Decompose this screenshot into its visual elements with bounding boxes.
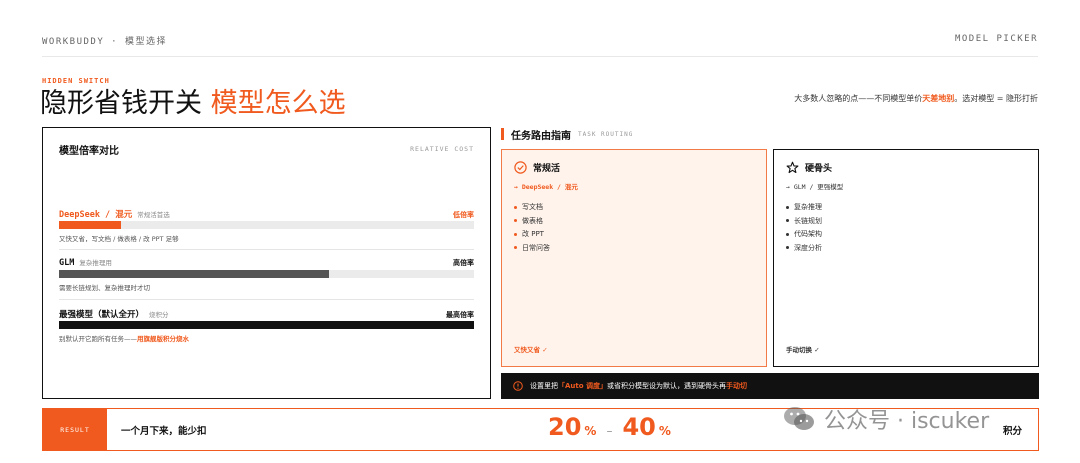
title-main: 隐形省钱开关 bbox=[40, 88, 211, 119]
model-desc: 需要长链规划、复杂推理时才切 bbox=[59, 284, 150, 292]
model-desc: 别默认开它跑所有任务——用旗舰版积分烧水 bbox=[59, 335, 189, 343]
routing-header: 任务路由指南 TASK ROUTING bbox=[501, 128, 634, 142]
savings-high: 40 bbox=[622, 413, 656, 441]
tip-banner: 设置里把 「Auto 调度」 或省积分模型设为默认，遇到硬骨头再 手动切 bbox=[501, 373, 1039, 399]
result-text: 一个月下来，能少扣 bbox=[121, 425, 207, 437]
list-item: 复杂推理 bbox=[786, 201, 1026, 215]
tip-pre: 设置里把 bbox=[530, 382, 558, 390]
cost-bar-fill bbox=[59, 270, 329, 278]
percent-sign: % bbox=[658, 424, 671, 438]
wechat-icon bbox=[782, 404, 816, 434]
rate-label: 高倍率 bbox=[453, 259, 474, 267]
cost-bar-track bbox=[59, 321, 474, 329]
percent-sign: % bbox=[584, 424, 597, 438]
note-bold: 天差地别 bbox=[922, 94, 955, 103]
cost-bar-fill bbox=[59, 221, 122, 229]
model-row-deepseek: DeepSeek / 混元 常规活首选 低倍率 又快又省，写文档 / 做表格 / … bbox=[59, 208, 474, 243]
cost-comparison-card: 模型倍率对比 RELATIVE COST DeepSeek / 混元 常规活首选 … bbox=[42, 127, 491, 399]
model-name: 最强模型（默认全开） 烧积分 bbox=[59, 310, 169, 320]
tip-bold-auto: 「Auto 调度」 bbox=[558, 382, 607, 390]
rate-label: 最高倍率 bbox=[446, 311, 474, 319]
route-target: → GLM / 更强模型 bbox=[786, 183, 844, 191]
row-divider bbox=[59, 299, 474, 300]
star-icon bbox=[786, 161, 799, 174]
list-item: 代码架构 bbox=[786, 228, 1026, 242]
list-item: 日常问答 bbox=[514, 242, 754, 256]
model-row-strongest: 最强模型（默认全开） 烧积分 最高倍率 别默认开它跑所有任务——用旗舰版积分烧水 bbox=[59, 308, 474, 343]
hero-note: 大多数人忽略的点——不同模型单价天差地别。选对模型 = 隐形打折 bbox=[788, 93, 1038, 105]
rate-label: 低倍率 bbox=[453, 211, 474, 219]
note-post: 。选对模型 = 隐形打折 bbox=[954, 94, 1038, 103]
cost-bar-track bbox=[59, 221, 474, 229]
model-name: DeepSeek / 混元 常规活首选 bbox=[59, 210, 170, 220]
note-pre: 大多数人忽略的点——不同模型单价 bbox=[794, 94, 923, 103]
task-list: 复杂推理 长链规划 代码架构 深度分析 bbox=[786, 201, 1026, 255]
list-item: 深度分析 bbox=[786, 242, 1026, 256]
model-tag: 常规活首选 bbox=[137, 211, 170, 219]
model-desc: 又快又省，写文档 / 做表格 / 改 PPT 足够 bbox=[59, 235, 179, 243]
savings-low: 20 bbox=[548, 413, 582, 441]
model-name: GLM 复杂推理用 bbox=[59, 258, 112, 268]
desc-highlight: 用旗舰版积分烧水 bbox=[137, 335, 189, 343]
row-divider bbox=[59, 249, 474, 250]
list-item: 长链规划 bbox=[786, 215, 1026, 229]
tip-mid: 或省积分模型设为默认，遇到硬骨头再 bbox=[607, 382, 726, 390]
route-card-title: 硬骨头 bbox=[786, 161, 1026, 174]
page-title: 隐形省钱开关 模型怎么选 bbox=[40, 86, 346, 122]
section-label: MODEL PICKER bbox=[954, 34, 1038, 44]
route-card-hard: 硬骨头 → GLM / 更强模型 复杂推理 长链规划 代码架构 深度分析 手动切… bbox=[773, 149, 1039, 367]
route-card-normal: 常规活 → DeepSeek / 混元 写文档 做表格 改 PPT 日常问答 又… bbox=[501, 149, 767, 367]
top-bar: WORKBUDDY · 模型选择 MODEL PICKER bbox=[42, 34, 1038, 54]
accent-mark bbox=[501, 128, 504, 140]
model-row-glm: GLM 复杂推理用 高倍率 需要长链规划、复杂推理时才切 bbox=[59, 257, 474, 292]
model-tag: 复杂推理用 bbox=[79, 259, 112, 267]
list-item: 改 PPT bbox=[514, 228, 754, 242]
breadcrumb: WORKBUDDY · 模型选择 bbox=[42, 37, 168, 47]
check-circle-icon bbox=[514, 160, 527, 174]
alert-circle-icon bbox=[513, 381, 523, 391]
savings-range: 20% – 40% bbox=[548, 413, 671, 441]
routing-title: 任务路由指南 bbox=[511, 130, 571, 142]
cost-bar-fill bbox=[59, 321, 474, 329]
tip-bold-manual: 手动切 bbox=[726, 382, 747, 390]
result-unit: 积分 bbox=[1002, 426, 1022, 437]
route-footer: 手动切换 ✓ bbox=[786, 346, 820, 354]
cost-bar-track bbox=[59, 270, 474, 278]
watermark-text: 公众号 · iscuker bbox=[824, 409, 990, 434]
watermark: 公众号 · iscuker bbox=[782, 403, 989, 435]
routing-subtitle: TASK ROUTING bbox=[578, 130, 634, 138]
route-target: → DeepSeek / 混元 bbox=[514, 183, 578, 191]
range-dash: – bbox=[606, 424, 613, 438]
title-accent: 模型怎么选 bbox=[210, 88, 346, 119]
model-tag: 烧积分 bbox=[149, 311, 169, 319]
list-item: 写文档 bbox=[514, 201, 754, 215]
list-item: 做表格 bbox=[514, 215, 754, 229]
card-subtitle: RELATIVE COST bbox=[410, 145, 474, 153]
result-tag: RESULT bbox=[43, 409, 107, 450]
route-footer: 又快又省 ✓ bbox=[514, 346, 548, 354]
route-card-title: 常规活 bbox=[514, 160, 754, 174]
eyebrow-label: HIDDEN SWITCH bbox=[42, 77, 110, 85]
task-list: 写文档 做表格 改 PPT 日常问答 bbox=[514, 201, 754, 255]
header-divider bbox=[42, 56, 1038, 57]
